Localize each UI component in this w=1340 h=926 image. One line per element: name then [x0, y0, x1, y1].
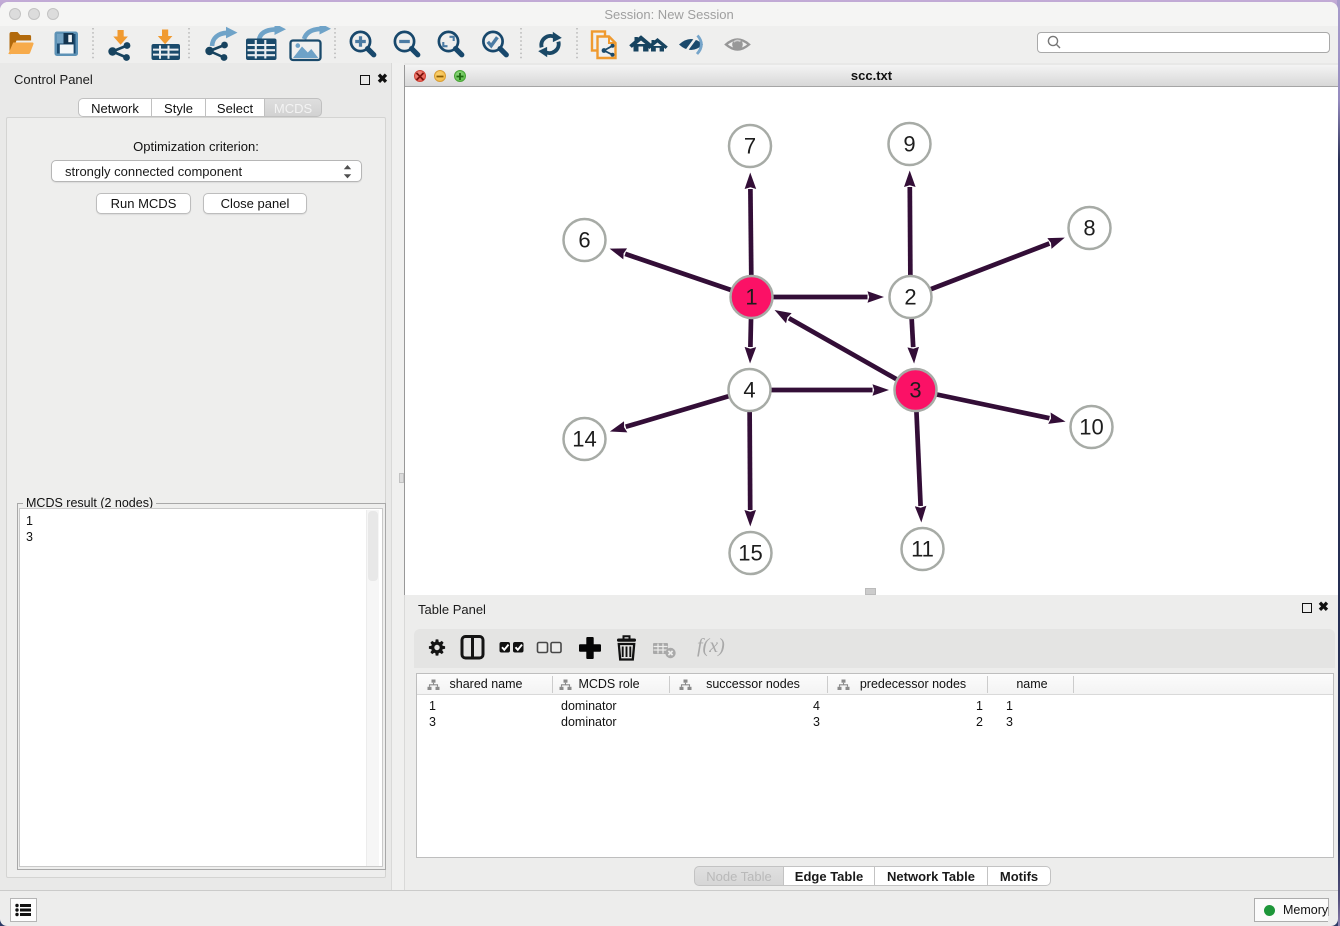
svg-text:14: 14: [572, 427, 596, 452]
svg-text:8: 8: [1083, 216, 1095, 241]
svg-text:10: 10: [1079, 415, 1103, 440]
svg-text:6: 6: [578, 228, 590, 253]
svg-text:7: 7: [744, 134, 756, 159]
svg-text:4: 4: [743, 378, 755, 403]
svg-text:9: 9: [903, 132, 915, 157]
svg-text:1: 1: [745, 285, 757, 310]
svg-text:11: 11: [911, 537, 934, 562]
svg-text:3: 3: [909, 378, 921, 403]
svg-text:15: 15: [738, 541, 762, 566]
svg-text:2: 2: [904, 285, 916, 310]
